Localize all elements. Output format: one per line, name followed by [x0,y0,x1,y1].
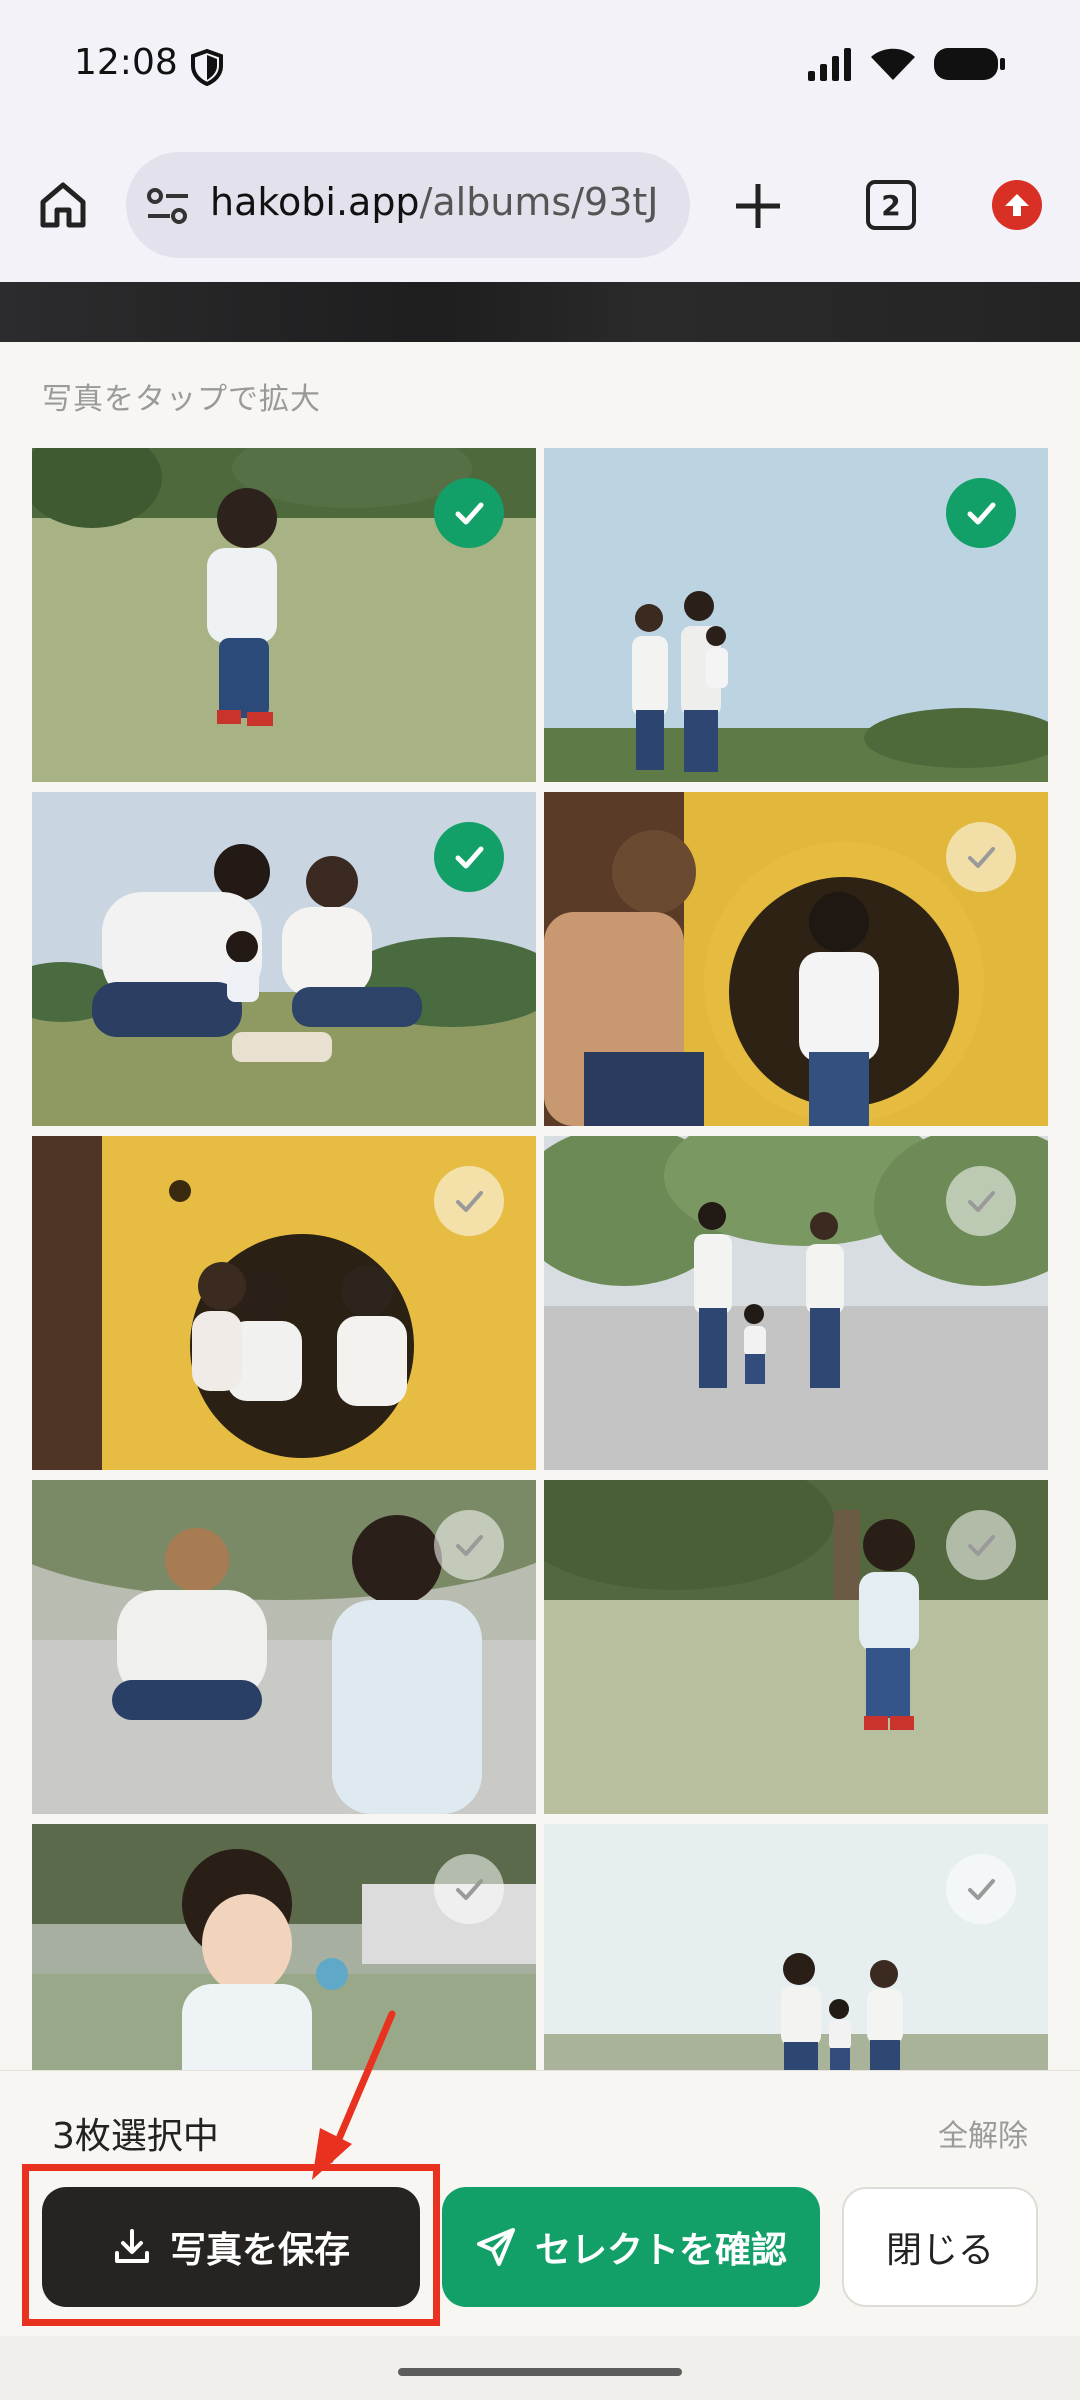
url-path: /albums/93tJ [419,180,659,224]
check-icon [455,846,484,869]
selection-check[interactable] [434,1166,504,1236]
browser-toolbar: hakobi.app/albums/93tJ 2 [0,130,1080,282]
clear-all-button[interactable]: 全解除 [938,2111,1028,2155]
wifi-icon [871,48,915,80]
photo-tile[interactable] [32,1480,536,1814]
photo-tile[interactable] [544,792,1048,1126]
photo-tile[interactable] [544,448,1048,782]
site-settings-icon[interactable] [146,186,190,226]
check-icon [967,502,996,525]
annotation-arrow-icon [312,2010,396,2180]
new-tab-button[interactable] [728,176,788,236]
home-gesture-handle[interactable] [398,2368,682,2376]
status-time: 12:08 [74,42,178,83]
home-icon [40,182,86,228]
url-text: hakobi.app/albums/93tJ [210,180,659,224]
photo-tile[interactable] [32,792,536,1126]
selection-check[interactable] [946,1854,1016,1924]
selection-check[interactable] [946,478,1016,548]
check-icon [456,1879,483,1900]
close-label: 閉じる [885,2230,994,2271]
battery-icon [934,48,1005,80]
confirm-selection-label: セレクトを確認 [534,2230,787,2271]
close-button[interactable]: 閉じる [842,2187,1038,2307]
selection-check[interactable] [946,1510,1016,1580]
status-icons [808,46,1006,82]
signal-icon [808,48,851,81]
tap-to-enlarge-hint: 写真をタップで拡大 [42,382,321,417]
photo-tile[interactable] [32,1136,536,1470]
check-icon [456,1191,483,1212]
selection-check[interactable] [434,1510,504,1580]
check-icon [968,847,995,868]
selection-check[interactable] [946,822,1016,892]
album-cover-image [0,282,1080,342]
selection-check[interactable] [434,478,504,548]
shield-icon [191,48,223,86]
photo-tile[interactable] [544,1136,1048,1470]
status-bar: 12:08 [0,0,1080,130]
navigation-bar [0,2336,1080,2400]
arrow-up-icon [1005,194,1029,216]
confirm-selection-button[interactable]: セレクトを確認 [442,2187,820,2307]
url-bar[interactable]: hakobi.app/albums/93tJ [126,152,690,258]
check-icon [968,1879,995,1900]
selection-check[interactable] [434,822,504,892]
photo-tile[interactable] [544,1480,1048,1814]
tab-switcher-button[interactable]: 2 [866,180,916,230]
check-icon [456,1535,483,1556]
selection-count: 3枚選択中 [52,2116,219,2157]
tab-count: 2 [881,188,901,222]
check-icon [968,1191,995,1212]
check-icon [968,1535,995,1556]
send-icon [476,2228,515,2266]
update-button[interactable] [992,180,1042,230]
check-icon [455,502,484,525]
url-domain: hakobi.app [210,180,420,224]
photo-tile[interactable] [32,448,536,782]
selection-check[interactable] [946,1166,1016,1236]
selection-check[interactable] [434,1854,504,1924]
home-button[interactable] [32,174,94,236]
